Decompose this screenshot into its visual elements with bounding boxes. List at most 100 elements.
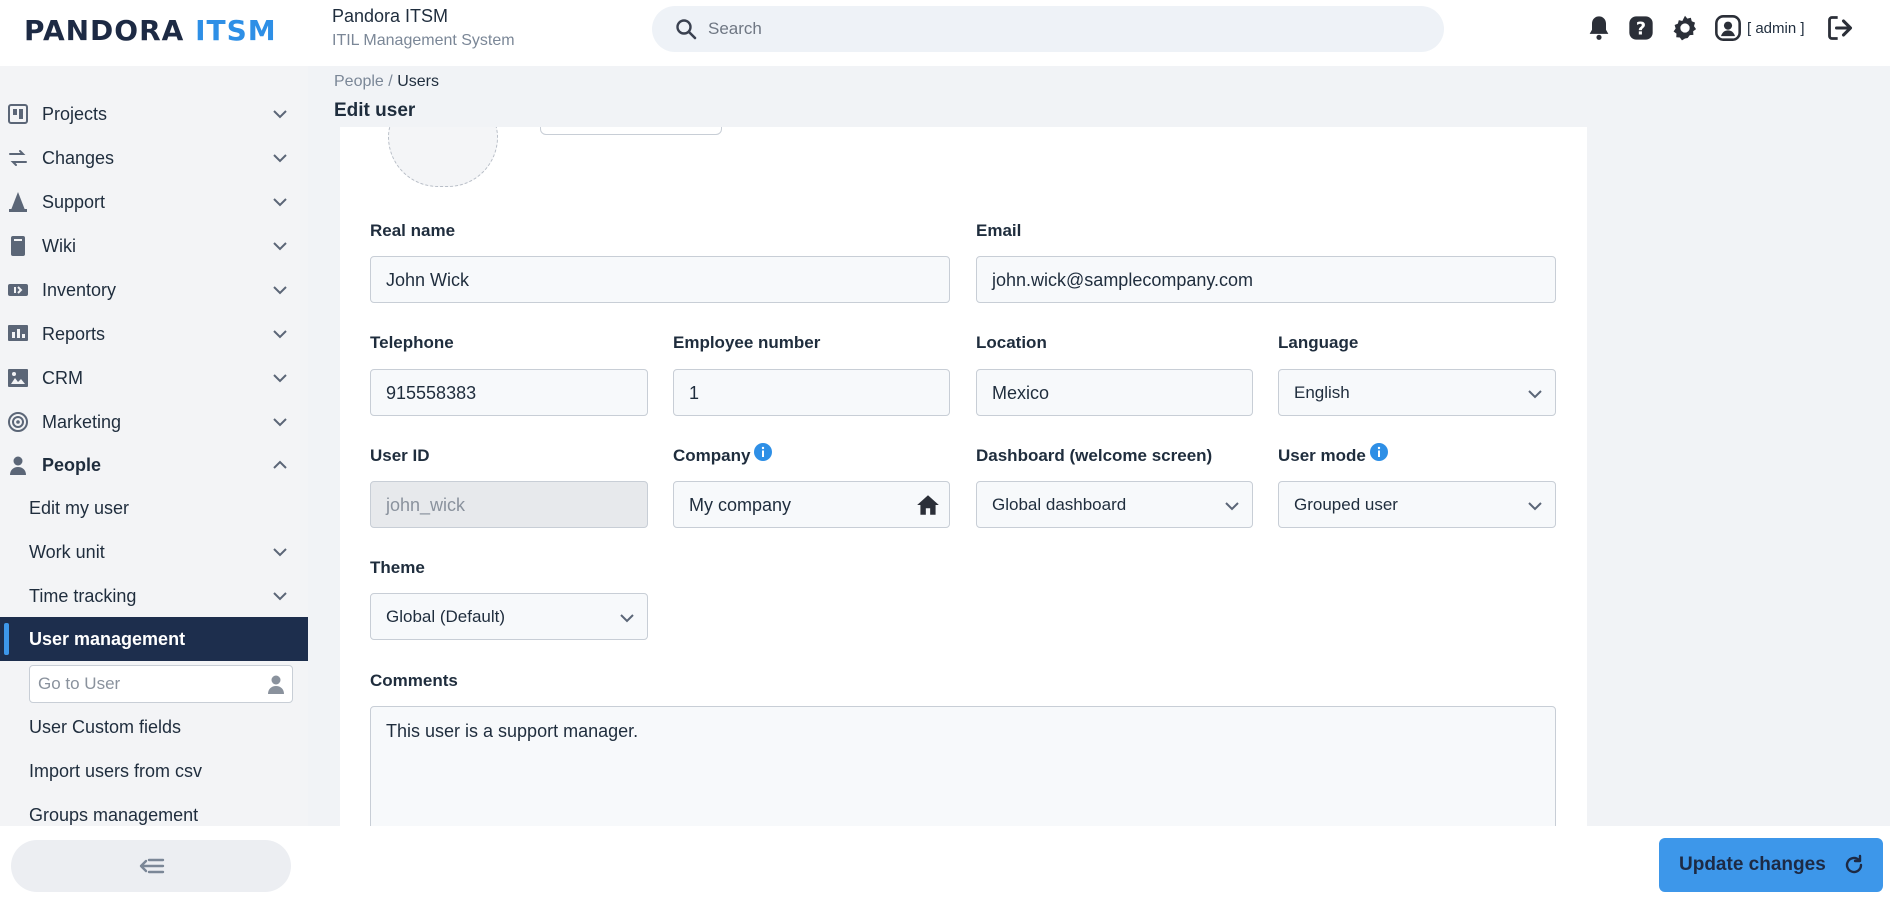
language-label: Language bbox=[1278, 333, 1359, 352]
user-avatar-icon[interactable] bbox=[1714, 14, 1742, 42]
dashboard-select[interactable]: Global dashboard bbox=[976, 481, 1253, 528]
sidebar-item-crm[interactable]: CRM bbox=[0, 356, 308, 400]
sidebar-sub-user-custom-fields[interactable]: User Custom fields bbox=[0, 705, 308, 749]
field-value: Mexico bbox=[992, 383, 1050, 403]
employee-number-label: Employee number bbox=[673, 333, 821, 352]
sidebar-item-label: People bbox=[42, 455, 102, 475]
field-value: 1 bbox=[689, 383, 700, 403]
email-field[interactable]: john.wick@samplecompany.com bbox=[976, 256, 1556, 303]
sidebar-sub-label: User management bbox=[29, 629, 186, 649]
sidebar-sub-import-users[interactable]: Import users from csv bbox=[0, 749, 308, 793]
breadcrumb-parent[interactable]: People bbox=[334, 73, 384, 90]
field-value: John Wick bbox=[386, 270, 470, 290]
sidebar-item-changes[interactable]: Changes bbox=[0, 136, 308, 180]
info-icon[interactable] bbox=[754, 443, 772, 461]
sidebar-sub-time-tracking[interactable]: Time tracking bbox=[0, 574, 308, 618]
chevron-down-icon bbox=[273, 418, 287, 427]
update-changes-label: Update changes bbox=[1679, 854, 1826, 875]
email-label: Email bbox=[976, 221, 1022, 240]
employee-number-field[interactable]: 1 bbox=[673, 369, 950, 416]
home-icon[interactable] bbox=[915, 492, 941, 518]
sidebar-sub-user-management[interactable]: User management bbox=[0, 617, 308, 661]
telephone-label: Telephone bbox=[370, 333, 454, 352]
people-icon bbox=[10, 456, 26, 475]
search-bar[interactable] bbox=[652, 6, 1444, 52]
user-icon bbox=[268, 675, 284, 694]
location-label: Location bbox=[976, 333, 1047, 352]
chevron-down-icon bbox=[1225, 502, 1239, 511]
field-value: Global (Default) bbox=[386, 607, 506, 626]
sidebar-item-reports[interactable]: Reports bbox=[0, 312, 308, 356]
user-id-label: User ID bbox=[370, 446, 430, 465]
sidebar-item-label: Wiki bbox=[42, 236, 76, 256]
update-changes-button[interactable]: Update changes bbox=[1659, 838, 1883, 892]
user-mode-label: User mode bbox=[1278, 446, 1366, 465]
logo-text-pandora: PANDORA bbox=[24, 14, 185, 47]
info-icon[interactable] bbox=[1370, 443, 1388, 461]
avatar[interactable] bbox=[388, 127, 498, 187]
breadcrumb: People / Users bbox=[334, 73, 439, 91]
company-field[interactable]: My company bbox=[673, 481, 950, 528]
field-value: This user is a support manager. bbox=[386, 721, 639, 741]
sidebar-item-label: Inventory bbox=[42, 280, 117, 300]
refresh-icon bbox=[1845, 854, 1863, 874]
real-name-field[interactable]: John Wick bbox=[370, 256, 950, 303]
sidebar-item-projects[interactable]: Projects bbox=[0, 92, 308, 136]
location-field[interactable]: Mexico bbox=[976, 369, 1253, 416]
bell-icon[interactable] bbox=[1585, 14, 1613, 42]
sidebar-sub-label: Import users from csv bbox=[29, 761, 203, 781]
chevron-down-icon bbox=[620, 614, 634, 623]
search-icon bbox=[676, 19, 697, 40]
breadcrumb-current: Users bbox=[397, 73, 439, 90]
comments-textarea[interactable]: This user is a support manager. bbox=[370, 706, 1556, 826]
breadcrumb-separator: / bbox=[388, 73, 393, 90]
goto-user-input[interactable] bbox=[38, 666, 248, 702]
user-name-label[interactable]: [ admin ] bbox=[1747, 20, 1805, 37]
gear-icon[interactable] bbox=[1671, 14, 1699, 42]
telephone-field[interactable]: 915558383 bbox=[370, 369, 648, 416]
changes-icon bbox=[9, 150, 27, 166]
sidebar-sub-work-unit[interactable]: Work unit bbox=[0, 530, 308, 574]
user-id-field: john_wick bbox=[370, 481, 648, 528]
chevron-down-icon bbox=[273, 110, 287, 119]
goto-user-field[interactable] bbox=[29, 665, 293, 703]
collapse-sidebar-button[interactable] bbox=[11, 840, 291, 892]
field-value: 915558383 bbox=[386, 383, 477, 403]
sidebar-sub-label: Groups management bbox=[29, 805, 199, 825]
chevron-down-icon bbox=[273, 154, 287, 163]
crm-icon bbox=[8, 369, 28, 387]
field-value: Grouped user bbox=[1294, 495, 1398, 514]
chevron-down-icon bbox=[273, 242, 287, 251]
comments-label: Comments bbox=[370, 671, 458, 690]
sidebar-item-label: Changes bbox=[42, 148, 115, 168]
sidebar-item-marketing[interactable]: Marketing bbox=[0, 400, 308, 444]
sidebar-item-support[interactable]: Support bbox=[0, 180, 308, 224]
edit-user-form: Real name John Wick Email john.wick@samp… bbox=[340, 127, 1587, 826]
sidebar-item-inventory[interactable]: Inventory bbox=[0, 268, 308, 312]
chevron-down-icon bbox=[273, 592, 287, 601]
sidebar-sub-label: User Custom fields bbox=[29, 717, 182, 737]
theme-select[interactable]: Global (Default) bbox=[370, 593, 648, 640]
user-mode-select[interactable]: Grouped user bbox=[1278, 481, 1556, 528]
sidebar-item-people[interactable]: People bbox=[0, 443, 308, 487]
footer-bar bbox=[308, 826, 1890, 900]
avatar-upload-button[interactable] bbox=[540, 127, 722, 135]
search-input[interactable] bbox=[708, 6, 1428, 52]
sidebar-sub-edit-my-user[interactable]: Edit my user bbox=[0, 486, 308, 530]
logout-icon[interactable] bbox=[1826, 14, 1854, 42]
chevron-up-icon bbox=[273, 460, 287, 469]
chevron-down-icon bbox=[1528, 502, 1542, 511]
language-select[interactable]: English bbox=[1278, 369, 1556, 416]
company-label: Company bbox=[673, 446, 751, 465]
field-value: john.wick@samplecompany.com bbox=[992, 270, 1254, 290]
svg-text:?: ? bbox=[1636, 19, 1646, 39]
sidebar-item-wiki[interactable]: Wiki bbox=[0, 224, 308, 268]
help-icon[interactable]: ? bbox=[1627, 14, 1655, 42]
chevron-down-icon bbox=[273, 548, 287, 557]
logo[interactable]: PANDORA ITSM bbox=[24, 14, 277, 47]
logo-text-itsm: ITSM bbox=[195, 14, 277, 47]
chevron-down-icon bbox=[273, 330, 287, 339]
app-subtitle: ITIL Management System bbox=[332, 32, 515, 49]
page-title: Edit user bbox=[334, 100, 416, 121]
app-title: Pandora ITSM bbox=[332, 6, 449, 26]
